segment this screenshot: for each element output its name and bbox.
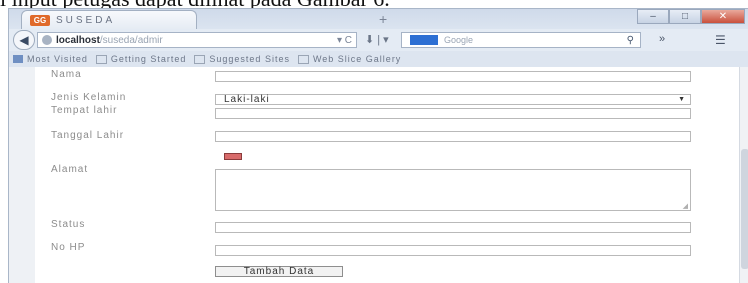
vertical-scrollbar[interactable] — [739, 67, 748, 283]
maximize-icon[interactable]: □ — [669, 9, 701, 24]
new-tab-button[interactable]: + — [379, 11, 387, 27]
scrollbar-thumb[interactable] — [741, 149, 748, 269]
dropdown-arrow-icon[interactable]: ▼ — [678, 95, 686, 104]
bookmark-icon — [13, 55, 23, 63]
close-icon[interactable]: ✕ — [701, 9, 745, 24]
alamat-label: Alamat — [51, 164, 89, 175]
bookmark-suggested-sites[interactable]: Suggested Sites — [209, 54, 290, 64]
folder-icon — [297, 54, 309, 64]
no-hp-label: No HP — [51, 242, 86, 253]
overflow-chevron-icon[interactable]: » — [659, 33, 665, 45]
favicon-icon: GG — [30, 14, 50, 26]
jenis-kelamin-value: Laki-laki — [224, 94, 270, 105]
site-identity-icon[interactable] — [42, 35, 52, 45]
tambah-data-button[interactable]: Tambah Data — [215, 266, 343, 277]
nama-label: Nama — [51, 69, 82, 80]
tab-suseda[interactable]: GG SUSEDA — [21, 10, 197, 29]
status-input[interactable] — [215, 222, 691, 233]
hamburger-menu-icon[interactable]: ☰ — [715, 33, 726, 47]
tempat-lahir-label: Tempat lahir — [51, 105, 118, 116]
url-bar[interactable]: localhost /suseda/admir ▾ C — [37, 32, 357, 48]
resize-grip-icon[interactable]: ◢ — [683, 202, 688, 210]
url-path: /suseda/admir — [99, 34, 163, 46]
alamat-textarea[interactable]: ◢ — [215, 169, 691, 211]
browser-window: GG SUSEDA + – □ ✕ ◀ localhost /suseda/ad… — [8, 8, 748, 283]
tanggal-lahir-label: Tanggal Lahir — [51, 130, 125, 141]
status-label: Status — [51, 219, 86, 230]
tab-strip: GG SUSEDA + – □ ✕ — [9, 9, 748, 29]
jenis-kelamin-select[interactable]: Laki-laki ▼ — [215, 94, 691, 105]
no-hp-input[interactable] — [215, 245, 691, 256]
nama-input[interactable] — [215, 71, 691, 82]
bookmark-most-visited[interactable]: Most Visited — [27, 54, 88, 64]
minimize-icon[interactable]: – — [637, 9, 669, 24]
page-content: Nama Jenis Kelamin Laki-laki ▼ Tempat la… — [9, 67, 748, 283]
window-controls: – □ ✕ — [637, 9, 745, 24]
navigation-bar: ◀ localhost /suseda/admir ▾ C ⬇ | ▾ Goog… — [9, 29, 748, 51]
url-host: localhost — [56, 34, 100, 46]
search-bar[interactable]: Google ⚲ — [401, 32, 641, 48]
back-arrow-icon[interactable]: ◀ — [13, 30, 35, 50]
tempat-lahir-input[interactable] — [215, 108, 691, 119]
tab-title: SUSEDA — [56, 14, 116, 26]
folder-icon — [194, 54, 206, 64]
tanggal-lahir-input[interactable] — [215, 131, 691, 142]
calendar-icon[interactable] — [224, 153, 242, 160]
search-placeholder: Google — [444, 35, 474, 45]
reload-icon[interactable]: ▾ C — [337, 35, 352, 46]
search-icon[interactable]: ⚲ — [627, 35, 634, 46]
bookmarks-toolbar: Most Visited Getting Started Suggested S… — [9, 51, 748, 67]
petugas-form: Nama Jenis Kelamin Laki-laki ▼ Tempat la… — [35, 67, 739, 283]
jenis-kelamin-label: Jenis Kelamin — [51, 92, 127, 103]
download-icon[interactable]: ⬇ | ▾ — [365, 33, 389, 46]
folder-icon — [95, 54, 107, 64]
bookmark-web-slice-gallery[interactable]: Web Slice Gallery — [313, 54, 401, 64]
search-engine-icon[interactable] — [410, 35, 438, 45]
bookmark-getting-started[interactable]: Getting Started — [111, 54, 187, 64]
